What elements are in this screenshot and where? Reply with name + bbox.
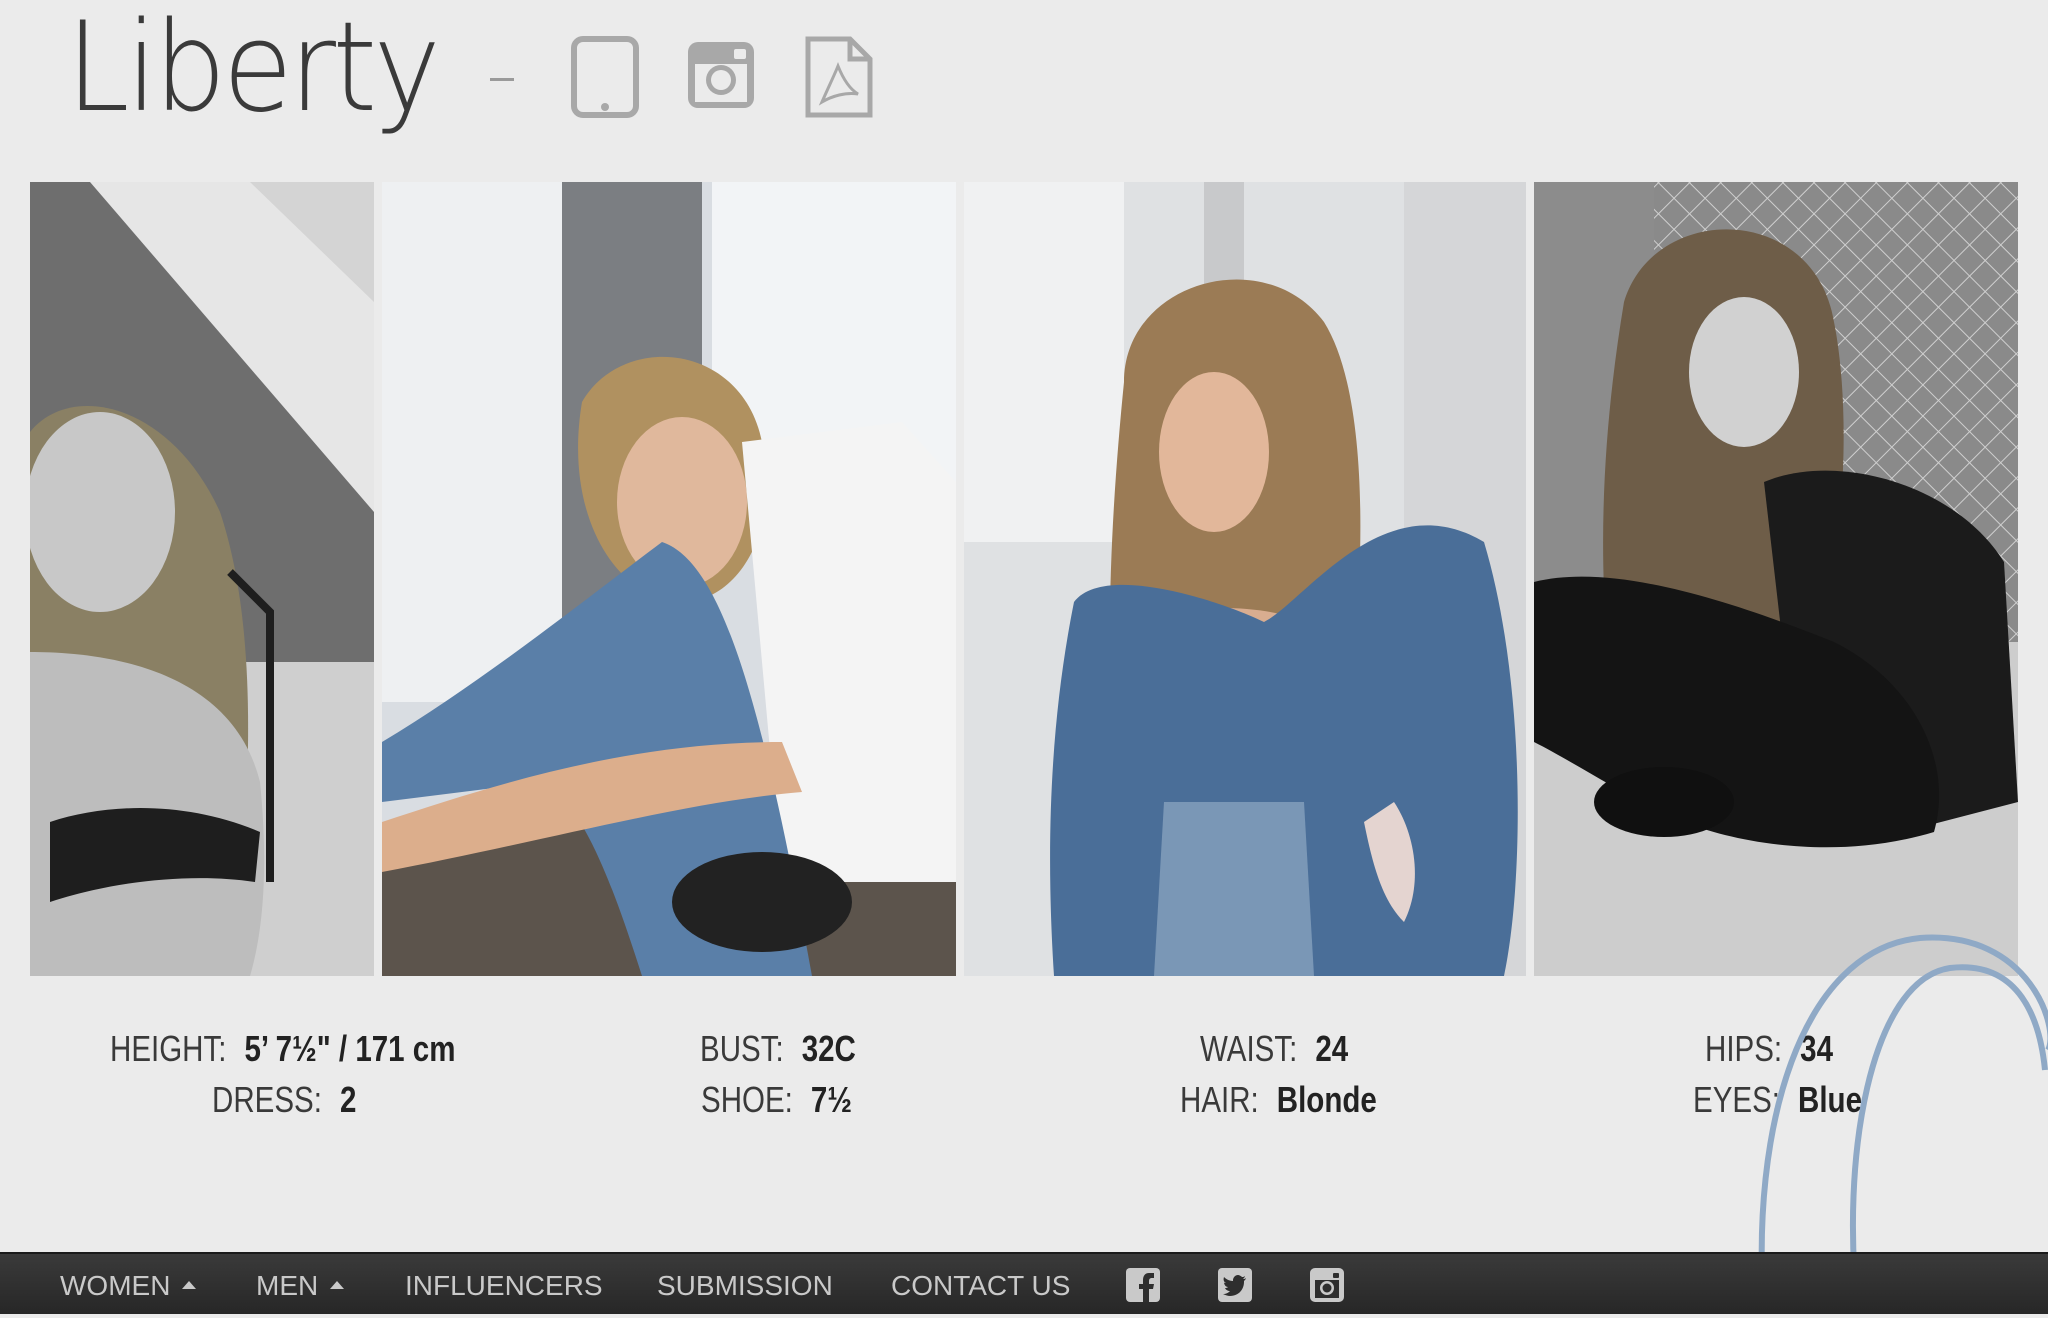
stat-label: EYES: [1693,1079,1780,1120]
stat-value: 2 [339,1079,357,1120]
stat-bust: BUST: 32C [700,1028,856,1070]
nav-women[interactable]: WOMEN [60,1254,197,1314]
stat-value: 32C [801,1028,856,1069]
model-name: Liberty [66,0,441,140]
caret-up-icon [330,1280,345,1289]
stat-label: BUST: [700,1028,784,1069]
stat-label: HAIR: [1180,1079,1259,1120]
stat-hips: HIPS: 34 [1705,1028,1833,1070]
stat-height: HEIGHT: 5’ 7½" / 171 cm [110,1028,455,1070]
twitter-icon[interactable] [1218,1268,1252,1302]
stat-value: 5’ 7½" / 171 cm [244,1028,456,1069]
stat-label: HIPS: [1705,1028,1783,1069]
title-separator [490,78,514,81]
nav-men[interactable]: MEN [256,1254,345,1314]
facebook-icon[interactable] [1126,1268,1160,1302]
nav-submission[interactable]: SUBMISSION [657,1254,833,1314]
stat-waist: WAIST: 24 [1200,1028,1348,1070]
model-photo-2[interactable] [382,182,956,976]
tablet-icon[interactable] [570,36,640,118]
bottom-nav: WOMEN MEN INFLUENCERS SUBMISSION CONTACT… [0,1252,2048,1314]
stat-label: HEIGHT: [110,1028,227,1069]
model-photo-3[interactable] [964,182,1526,976]
stat-dress: DRESS: 2 [212,1079,356,1121]
instagram-icon[interactable] [1310,1268,1344,1302]
nav-influencers[interactable]: INFLUENCERS [405,1254,603,1314]
model-photo-1[interactable] [30,182,374,976]
stat-value: Blue [1798,1079,1862,1120]
stat-eyes: EYES: Blue [1693,1079,1862,1121]
stat-label: DRESS: [212,1079,322,1120]
stat-label: WAIST: [1200,1028,1298,1069]
pdf-icon[interactable] [804,36,874,118]
nav-contact-us[interactable]: CONTACT US [891,1254,1070,1314]
stat-shoe: SHOE: 7½ [701,1079,852,1121]
caret-up-icon [182,1280,197,1289]
instagram-icon[interactable] [686,40,756,110]
stat-label: SHOE: [701,1079,793,1120]
model-photo-4[interactable] [1534,182,2018,976]
stat-value: 34 [1800,1028,1833,1069]
nav-men-label: MEN [256,1270,319,1301]
stat-value: 7½ [810,1079,852,1120]
stat-value: 24 [1315,1028,1349,1069]
stat-value: Blonde [1276,1079,1377,1120]
nav-women-label: WOMEN [60,1270,171,1301]
stat-hair: HAIR: Blonde [1180,1079,1377,1121]
